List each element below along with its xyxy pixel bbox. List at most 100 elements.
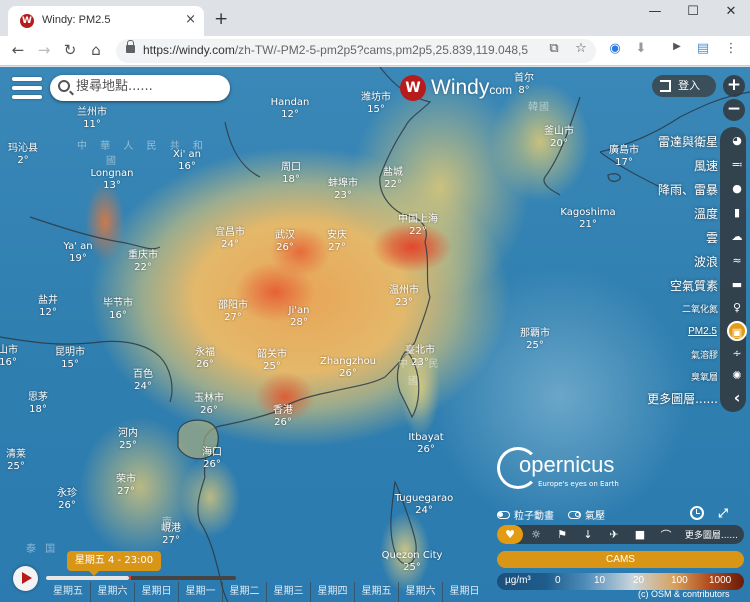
place-label[interactable]: 臺北市 23° <box>405 345 435 369</box>
translate-icon[interactable]: ⧉ <box>545 41 563 56</box>
place-label[interactable]: 中国上海 22° <box>398 214 438 238</box>
layer-item-ozone[interactable]: 臭氧層 ✺ <box>691 365 746 387</box>
airplane-icon[interactable]: ✈ <box>601 528 627 541</box>
timeline-day[interactable]: 星期三 <box>266 582 310 602</box>
place-label[interactable]: 那覇市 25° <box>520 328 550 352</box>
place-label[interactable]: 思茅 18° <box>28 392 48 416</box>
place-label[interactable]: 海口 26° <box>202 447 222 471</box>
place-label[interactable]: 永福 26° <box>195 347 215 371</box>
place-label[interactable]: 玉林市 26° <box>194 393 224 417</box>
address-bar[interactable]: https://windy.com/zh-TW/-PM2-5-pm2p5?cam… <box>116 39 596 63</box>
layer-item-temperature[interactable]: 溫度 ▮ <box>694 202 746 224</box>
flag-icon[interactable]: ⚑ <box>549 528 575 541</box>
place-label[interactable]: 潍坊市 15° <box>361 92 391 116</box>
place-label[interactable]: Zhangzhou 26° <box>320 356 376 380</box>
layer-item-wind[interactable]: 風速 ≕ <box>694 154 746 176</box>
place-label[interactable]: 峴港 27° <box>161 523 181 547</box>
layer-item-pm25[interactable]: PM2.5 ▣ <box>688 320 747 342</box>
place-label[interactable]: Quezon City 25° <box>382 550 443 574</box>
place-label[interactable]: Ji'an 28° <box>289 305 310 329</box>
layer-item-radar-satellite[interactable]: 雷達與衛星 ◕ <box>658 130 746 152</box>
timeline-day[interactable]: 星期一 <box>178 582 222 602</box>
place-label[interactable]: 毕节市 16° <box>103 298 133 322</box>
back-button[interactable]: ← <box>8 41 28 59</box>
place-label[interactable]: 重庆市 22° <box>128 250 158 274</box>
thermometer-icon[interactable]: ↓ <box>575 528 601 541</box>
place-label[interactable]: 温州市 23° <box>389 285 419 309</box>
model-selector-cams[interactable]: CAMS <box>497 551 744 568</box>
zoom-in-button[interactable]: + <box>723 75 745 97</box>
place-label[interactable]: 荣市 27° <box>116 474 136 498</box>
place-label[interactable]: 韶关市 25° <box>257 349 287 373</box>
search-input[interactable] <box>76 79 226 94</box>
browser-tab[interactable]: W Windy: PM2.5 × <box>8 6 204 36</box>
forward-button[interactable]: → <box>34 41 54 59</box>
place-label[interactable]: 蚌埠市 23° <box>328 178 358 202</box>
timeline-day[interactable]: 星期五 <box>46 582 90 602</box>
place-label[interactable]: Xi' an 16° <box>173 149 201 173</box>
clock-icon[interactable] <box>690 506 704 520</box>
paraglider-icon[interactable]: ⌒ <box>653 527 679 543</box>
current-time-bubble[interactable]: 星期五 4 - 23:00 <box>67 551 161 576</box>
tab-close-button[interactable]: × <box>185 12 196 27</box>
layer-item-aerosol[interactable]: 氣溶膠 ∻ <box>691 343 746 365</box>
window-maximize-button[interactable]: ☐ <box>678 4 708 19</box>
media-play-icon[interactable]: ▶ <box>668 41 686 52</box>
extension-calendar-icon[interactable]: ▤ <box>694 41 712 56</box>
layer-item-air-quality[interactable]: 空氣質素 ▬ <box>670 274 746 296</box>
place-label[interactable]: 山市 16° <box>0 345 18 369</box>
place-label[interactable]: 釜山市 20° <box>544 126 574 150</box>
pressure-toggle[interactable]: 氣壓 <box>568 507 605 522</box>
place-label[interactable]: 邵阳市 27° <box>218 300 248 324</box>
layer-item-no2[interactable]: 二氧化氮 ♀ <box>682 297 746 319</box>
place-label[interactable]: 永珍 26° <box>57 488 77 512</box>
layer-item-rain-thunder[interactable]: 降雨、雷暴 ● <box>658 178 746 200</box>
timeline-day[interactable]: 星期二 <box>222 582 266 602</box>
webcam-icon[interactable]: ■ <box>627 528 653 541</box>
place-label[interactable]: 廣島市 17° <box>609 145 639 169</box>
place-label[interactable]: 兰州市 11° <box>77 107 107 131</box>
place-label[interactable]: 香港 26° <box>273 405 293 429</box>
place-label[interactable]: Handan 12° <box>271 97 310 121</box>
place-label[interactable]: Itbayat 26° <box>408 432 443 456</box>
place-label[interactable]: 玛沁县 2° <box>8 143 38 167</box>
place-label[interactable]: 盐井 12° <box>38 295 58 319</box>
place-label[interactable]: Tuguegarao 24° <box>395 493 454 517</box>
extension-icon[interactable]: ◉ <box>606 41 624 56</box>
more-layers-link[interactable]: 更多圖層...... <box>685 528 738 541</box>
timeline-day[interactable]: 星期四 <box>310 582 354 602</box>
map-credits[interactable]: (c) OSM & contributors <box>638 589 730 599</box>
place-label[interactable]: 武汉 26° <box>275 230 295 254</box>
timeline-day[interactable]: 星期六 <box>90 582 134 602</box>
reload-button[interactable]: ↻ <box>60 41 80 59</box>
zoom-out-button[interactable]: − <box>723 99 745 121</box>
window-minimize-button[interactable]: — <box>640 4 670 19</box>
timeline-day[interactable]: 星期日 <box>442 582 486 602</box>
place-label[interactable]: 首尔 8° <box>514 73 534 97</box>
timeline-day[interactable]: 星期六 <box>398 582 442 602</box>
place-label[interactable]: 盐城 22° <box>383 167 403 191</box>
place-label[interactable]: 宜昌市 24° <box>215 227 245 251</box>
timeline-day[interactable]: 星期日 <box>134 582 178 602</box>
place-label[interactable]: 百色 24° <box>133 369 153 393</box>
place-label[interactable]: 周口 18° <box>281 162 301 186</box>
layer-item-waves[interactable]: 波浪 ≈ <box>694 250 746 272</box>
search-box[interactable] <box>50 75 230 101</box>
place-label[interactable]: 昆明市 15° <box>55 347 85 371</box>
place-label[interactable]: Ya' an 19° <box>63 241 92 265</box>
login-button[interactable]: 登入 <box>652 75 716 97</box>
particles-toggle[interactable]: 粒子動畫 <box>497 507 554 522</box>
place-label[interactable]: 河内 25° <box>118 428 138 452</box>
weather-icon[interactable]: ☼ <box>523 528 549 541</box>
place-label[interactable]: 清莱 25° <box>6 449 26 473</box>
layer-item-clouds[interactable]: 雲 ☁ <box>706 226 746 248</box>
timeline-progress[interactable] <box>46 576 131 580</box>
download-icon[interactable]: ⬇ <box>632 41 650 56</box>
new-tab-button[interactable]: + <box>214 9 228 29</box>
pm25-map[interactable]: 中 華 人 民 共 和 國 韓國 中 華 民 國 泰 国 南 兰州市 11° 玛沁… <box>0 67 750 602</box>
bookmark-star-icon[interactable]: ☆ <box>572 41 590 56</box>
menu-hamburger-button[interactable] <box>12 77 42 101</box>
place-label[interactable]: Kagoshima 21° <box>560 207 615 231</box>
place-label[interactable]: Longnan 13° <box>90 168 133 192</box>
fullscreen-icon[interactable]: ⤢ <box>716 506 730 520</box>
